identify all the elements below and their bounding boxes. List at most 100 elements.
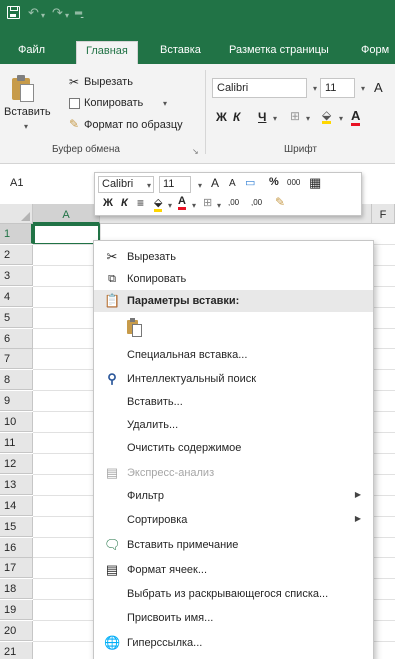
mini-borders-dropdown-icon[interactable]: ▾ [217, 201, 221, 210]
font-name-dropdown-icon[interactable]: ▾ [313, 84, 317, 93]
paste-icon[interactable] [12, 74, 36, 102]
column-header-a[interactable]: A [33, 204, 100, 224]
menu-item-insert-comment[interactable]: 🗨 Вставить примечание [94, 534, 373, 556]
row-header[interactable]: 7 [0, 349, 33, 370]
menu-item-delete[interactable]: Удалить... [94, 414, 373, 436]
mini-decrease-decimal-button[interactable]: ,00 [251, 198, 262, 207]
menu-item-clear-contents[interactable]: Очистить содержимое [94, 437, 373, 459]
font-group-label: Шрифт [284, 144, 317, 155]
cut-button[interactable]: Вырезать [84, 76, 133, 88]
row-header[interactable]: 6 [0, 328, 33, 349]
row-header[interactable]: 2 [0, 244, 33, 265]
menu-item-filter[interactable]: Фильтр ▶ [94, 485, 373, 507]
menu-item-paste-special[interactable]: Специальная вставка... [94, 344, 373, 366]
fill-color-dropdown-icon[interactable]: ▾ [339, 114, 343, 123]
mini-grow-font-button[interactable]: A [211, 176, 219, 190]
undo-icon[interactable]: ↶ [28, 6, 39, 20]
menu-item-sort[interactable]: Сортировка ▶ [94, 509, 373, 531]
redo-icon[interactable]: ↷ [52, 6, 63, 20]
font-color-button[interactable]: A [351, 108, 361, 126]
menu-item-pick-from-list[interactable]: Выбрать из раскрывающегося списка... [94, 583, 373, 605]
paste-option-icon[interactable] [127, 318, 142, 337]
mini-font-name-combo[interactable]: Calibri [98, 176, 154, 193]
row-header[interactable]: 12 [0, 453, 33, 474]
row-header[interactable]: 4 [0, 286, 33, 307]
mini-format-painter-icon[interactable]: ✎ [275, 195, 285, 209]
row-header[interactable]: 21 [0, 642, 33, 659]
format-painter-button[interactable]: Формат по образцу [84, 119, 183, 131]
menu-item-insert[interactable]: Вставить... [94, 391, 373, 413]
submenu-arrow-icon: ▶ [354, 490, 361, 499]
mini-shrink-font-button[interactable]: A [229, 178, 236, 189]
menu-item-cut[interactable]: ✂ Вырезать [94, 246, 373, 268]
paste-dropdown-icon[interactable]: ▾ [24, 122, 28, 131]
row-header[interactable]: 18 [0, 579, 33, 600]
underline-button[interactable]: Ч [258, 110, 266, 124]
paste-button[interactable]: Вставить [4, 106, 51, 118]
mini-percent-button[interactable]: % [269, 176, 279, 188]
borders-icon[interactable]: ⊞ [290, 110, 300, 122]
undo-dropdown-icon[interactable]: ▾ [41, 9, 45, 23]
copy-button[interactable]: Копировать [84, 97, 143, 109]
customize-qat-icon[interactable]: ═̱ [75, 7, 82, 21]
mini-increase-decimal-button[interactable]: ,00 [228, 198, 239, 207]
tab-insert[interactable]: Вставка [160, 44, 201, 56]
clipboard-launcher-icon[interactable]: ↘ [192, 146, 199, 158]
borders-dropdown-icon[interactable]: ▾ [306, 114, 310, 123]
row-header[interactable]: 15 [0, 516, 33, 537]
mini-font-color-dropdown-icon[interactable]: ▾ [192, 201, 196, 210]
menu-item-define-name[interactable]: Присвоить имя... [94, 607, 373, 629]
row-header[interactable]: 17 [0, 558, 33, 579]
tab-home[interactable]: Главная [76, 41, 138, 64]
tab-page-layout[interactable]: Разметка страницы [229, 44, 329, 56]
mini-bold-button[interactable]: Ж [103, 197, 113, 209]
mini-thousands-button[interactable]: 000 [287, 178, 300, 187]
row-header[interactable]: 8 [0, 370, 33, 391]
row-header[interactable]: 11 [0, 433, 33, 453]
mini-italic-button[interactable]: К [121, 197, 128, 209]
active-cell-a1[interactable] [33, 224, 100, 245]
name-box[interactable]: A1 [6, 174, 86, 194]
row-header[interactable]: 1 [0, 224, 33, 244]
row-header[interactable]: 10 [0, 412, 33, 433]
mini-font-dropdown-icon[interactable]: ▾ [147, 181, 151, 190]
row-header[interactable]: 16 [0, 537, 33, 558]
row-header[interactable]: 9 [0, 391, 33, 412]
menu-item-smart-lookup[interactable]: ⚲ Интеллектуальный поиск [94, 368, 373, 390]
row-header[interactable]: 3 [0, 265, 33, 286]
copy-dropdown-icon[interactable]: ▾ [163, 99, 167, 108]
row-header[interactable]: 14 [0, 495, 33, 516]
underline-dropdown-icon[interactable]: ▾ [273, 114, 277, 123]
mini-borders-icon[interactable]: ⊞ [203, 196, 212, 209]
redo-dropdown-icon[interactable]: ▾ [65, 9, 69, 23]
row-header[interactable]: 19 [0, 600, 33, 621]
bold-button[interactable]: Ж [216, 110, 227, 124]
increase-font-size-button[interactable]: A [374, 80, 383, 95]
column-header-f[interactable]: F [372, 204, 395, 224]
row-header[interactable]: 13 [0, 474, 33, 495]
menu-item-label: Гиперссылка... [127, 637, 203, 649]
font-name-combo[interactable]: Calibri [212, 78, 307, 98]
mini-font-size-combo[interactable]: 11 [159, 176, 191, 193]
font-size-dropdown-icon[interactable]: ▾ [361, 84, 365, 93]
fill-color-icon[interactable]: ⬙ [322, 109, 332, 124]
row-header[interactable]: 5 [0, 307, 33, 328]
mini-size-dropdown-icon[interactable]: ▾ [198, 181, 202, 190]
select-all-corner[interactable] [0, 204, 33, 224]
row-header[interactable]: 20 [0, 621, 33, 642]
mini-font-color-button[interactable]: A [178, 195, 186, 210]
mini-fill-color-icon[interactable]: ⬙ [154, 196, 163, 212]
tab-formulas[interactable]: Форм [361, 44, 389, 56]
mini-format-table-icon[interactable]: ▦ [309, 175, 321, 191]
menu-item-copy[interactable]: ⧉ Копировать [94, 268, 373, 290]
menu-paste-option[interactable] [94, 312, 373, 344]
mini-fill-dropdown-icon[interactable]: ▾ [168, 201, 172, 210]
menu-item-format-cells[interactable]: ▤ Формат ячеек... [94, 559, 373, 581]
mini-align-center-icon[interactable]: ≡ [137, 196, 144, 210]
mini-accounting-format-icon[interactable]: ▭ [245, 176, 255, 189]
font-size-combo[interactable]: 11 [320, 78, 355, 98]
tab-file[interactable]: Файл [18, 44, 45, 56]
save-icon[interactable] [7, 6, 20, 19]
italic-button[interactable]: К [233, 110, 240, 124]
menu-item-hyperlink[interactable]: 🌐 Гиперссылка... [94, 632, 373, 654]
